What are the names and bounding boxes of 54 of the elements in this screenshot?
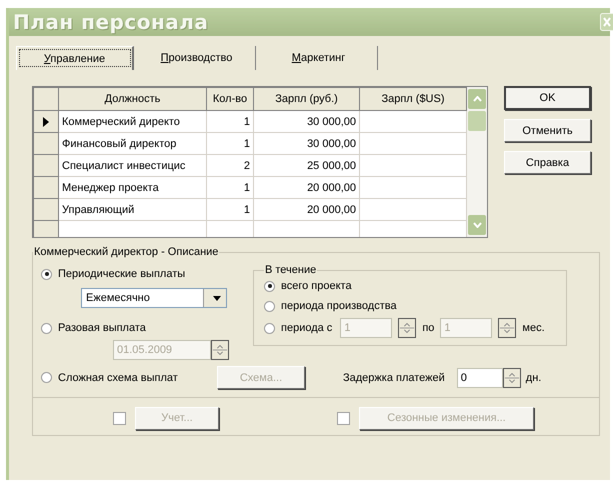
table-cell: Управляющий (58, 198, 206, 220)
column-header[interactable]: Кол-во (206, 88, 254, 110)
radio-button[interactable] (41, 268, 52, 280)
column-header[interactable]: Зарпл ($US) (360, 88, 466, 110)
delay-field[interactable]: 0 (456, 368, 503, 388)
dialog-button[interactable]: Отменить (504, 119, 591, 142)
spin-button[interactable] (211, 340, 229, 360)
table-cell: 1 (206, 198, 254, 220)
table-cell: 30 000,00 (254, 132, 360, 154)
table-cell: Специалист инвестицис (58, 154, 206, 176)
table-cell: 20 000,00 (254, 198, 360, 220)
tab[interactable]: Управление (16, 46, 134, 70)
to-label: по (422, 322, 434, 334)
radio-label[interactable]: Сложная схема выплат (58, 372, 178, 384)
radio-button[interactable] (41, 322, 52, 334)
radio-label[interactable]: Разовая выплата (58, 322, 146, 334)
table-cell: 25 000,00 (254, 154, 360, 176)
table-cell: 1 (206, 176, 254, 198)
scroll-up-button[interactable] (468, 89, 486, 109)
unit-label: дн. (526, 372, 542, 384)
scroll-down-button[interactable] (468, 215, 486, 235)
radio-label[interactable]: периода с (281, 322, 332, 334)
table-cell: 2 (206, 154, 254, 176)
radio-button[interactable] (41, 372, 52, 383)
unit-label: мес. (522, 322, 545, 334)
radio-button[interactable] (264, 280, 275, 292)
row-pointer-icon (42, 116, 50, 126)
frequency-dropdown[interactable]: Ежемесячно (81, 288, 227, 308)
dialog-button[interactable]: OK (504, 86, 591, 110)
column-header[interactable]: Должность (58, 88, 206, 110)
window-title: План персонала (13, 10, 208, 34)
table-cell: 1 (206, 132, 254, 154)
close-icon[interactable] (600, 13, 613, 31)
spin-button[interactable] (502, 368, 521, 388)
spin-button[interactable] (398, 318, 416, 338)
table-cell: Менеджер проекта (58, 176, 206, 198)
caret-icon (213, 296, 221, 300)
radio-label[interactable]: Периодические выплаты (58, 268, 186, 280)
table-cell: Коммерческий директо (58, 110, 206, 132)
table-cell: 20 000,00 (254, 176, 360, 198)
radio-button[interactable] (264, 300, 275, 312)
group-title: Коммерческий директор - Описание (33, 246, 220, 258)
scroll-thumb[interactable] (468, 111, 486, 131)
column-header[interactable]: Зарпл (руб.) (254, 88, 360, 110)
dialog-button[interactable]: Справка (504, 151, 591, 174)
radio-button[interactable] (264, 322, 275, 334)
table-cell: 30 000,00 (254, 110, 360, 132)
spin-button[interactable] (498, 318, 516, 338)
delay-label: Задержка платежей (343, 372, 445, 384)
table-cell: 1 (206, 110, 254, 132)
radio-label[interactable]: всего проекта (281, 280, 352, 292)
table-cell: Финансовый директор (58, 132, 206, 154)
group-title: В течение (264, 264, 318, 276)
radio-label[interactable]: периода производства (281, 300, 397, 312)
